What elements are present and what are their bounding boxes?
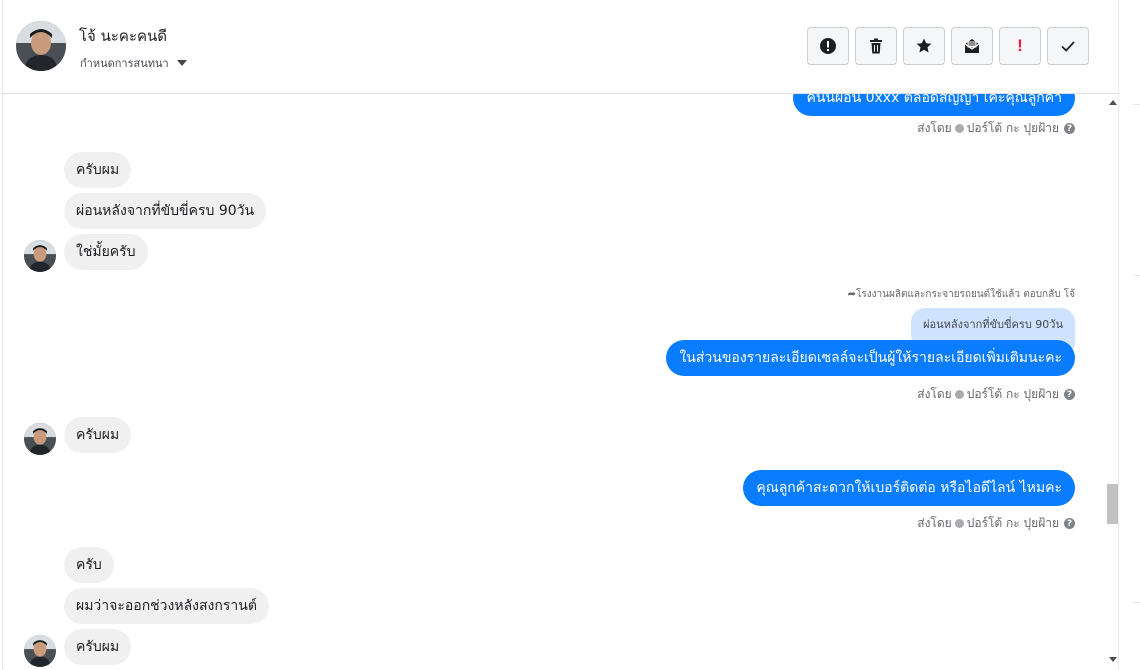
outgoing-message: คุณลูกค้าสะดวกให้เบอร์ติดต่อ หรือไอดีไลน… — [743, 470, 1075, 506]
incoming-message: ครับผม — [64, 629, 132, 665]
conversation-panel: โจ้ นะคะคนดี กำหนดการสนทนา ! ค่นนผอน 0xx… — [2, 0, 1121, 670]
help-icon[interactable]: ? — [1064, 389, 1075, 400]
divider — [1133, 104, 1140, 105]
assign-conversation-dropdown[interactable]: กำหนดการสนทนา — [80, 54, 187, 72]
alert-circle-icon — [820, 38, 836, 54]
sent-by-name: ปอร์โต้ กะ ปุยฝ้าย — [966, 516, 1059, 530]
envelope-open-icon — [964, 39, 980, 53]
reply-context: ➦โรงงานผลิตและกระจายรถยนต์ใช้แล้ว ตอบกลั… — [848, 287, 1075, 302]
sent-by-name: ปอร์โต้ กะ ปุยฝ้าย — [966, 121, 1059, 135]
message-thread[interactable]: ค่นนผอน 0xxx ตลอดสญญา เคะคุณลูกคา ส่งโดย… — [3, 94, 1102, 670]
follow-up-button[interactable]: ! — [999, 27, 1041, 65]
scrollbar-thumb[interactable] — [1107, 484, 1118, 524]
scroll-up-arrow-icon[interactable] — [1109, 100, 1117, 105]
contact-avatar-small — [24, 423, 56, 455]
help-icon[interactable]: ? — [1064, 123, 1075, 134]
sent-by-label: ส่งโดย — [917, 121, 952, 135]
delete-button[interactable] — [855, 27, 897, 65]
reply-context-text: โรงงานผลิตและกระจายรถยนต์ใช้แล้ว ตอบกลับ… — [856, 289, 1075, 300]
incoming-message: ใช่มั้ยครับ — [64, 234, 148, 270]
exclamation-icon: ! — [1017, 36, 1023, 55]
star-button[interactable] — [903, 27, 945, 65]
caret-down-icon — [176, 60, 187, 66]
contact-avatar-small — [24, 635, 56, 667]
checkmark-icon — [1061, 41, 1075, 52]
reply-arrow-icon: ➦ — [847, 289, 857, 300]
page-dot-icon — [954, 519, 964, 528]
contact-name: โจ้ นะคะคนดี — [79, 27, 168, 45]
trash-icon — [870, 38, 882, 54]
outgoing-message: ในส่วนของรายละเอียดเซลล์จะเป็นผู้ให้รายล… — [666, 340, 1075, 376]
sent-by-label: ส่งโดย — [917, 387, 952, 401]
outgoing-message: ค่นนผอน 0xxx ตลอดสญญา เคะคุณลูกคา — [793, 94, 1075, 116]
mark-unread-button[interactable] — [951, 27, 993, 65]
incoming-message: ครับผม — [64, 417, 132, 453]
help-icon[interactable]: ? — [1064, 518, 1075, 529]
conversation-actions: ! — [807, 27, 1089, 65]
incoming-message: ครับผม — [64, 152, 132, 188]
sent-by-meta: ส่งโดย ปอร์โต้ กะ ปุยฝ้าย ? — [917, 385, 1075, 404]
contact-avatar-small — [24, 240, 56, 272]
sent-by-meta: ส่งโดย ปอร์โต้ กะ ปุยฝ้าย ? — [917, 119, 1075, 138]
incoming-message: ครับ — [64, 547, 114, 583]
contact-photo — [16, 21, 66, 71]
mark-done-button[interactable] — [1047, 27, 1089, 65]
sent-by-name: ปอร์โต้ กะ ปุยฝ้าย — [966, 387, 1059, 401]
page-dot-icon — [954, 390, 964, 399]
page-dot-icon — [954, 124, 964, 133]
scroll-down-arrow-icon[interactable] — [1109, 657, 1117, 662]
divider — [1133, 602, 1140, 603]
mark-spam-button[interactable] — [807, 27, 849, 65]
incoming-message: ผ่อนหลังจากที่ขับขี่ครบ 90วัน — [64, 193, 267, 229]
assign-conversation-label: กำหนดการสนทนา — [80, 57, 169, 70]
sent-by-meta: ส่งโดย ปอร์โต้ กะ ปุยฝ้าย ? — [917, 514, 1075, 533]
incoming-message: ผมว่าจะออกช่วงหลังสงกรานต์ — [64, 588, 269, 624]
contact-avatar[interactable] — [16, 21, 66, 71]
sent-by-label: ส่งโดย — [917, 516, 952, 530]
contact-photo — [24, 423, 56, 455]
divider — [1133, 275, 1140, 276]
star-icon — [916, 38, 932, 53]
right-side-panel-edge — [1118, 0, 1140, 670]
contact-photo — [24, 240, 56, 272]
contact-photo — [24, 635, 56, 667]
conversation-header: โจ้ นะคะคนดี กำหนดการสนทนา ! — [3, 0, 1119, 94]
